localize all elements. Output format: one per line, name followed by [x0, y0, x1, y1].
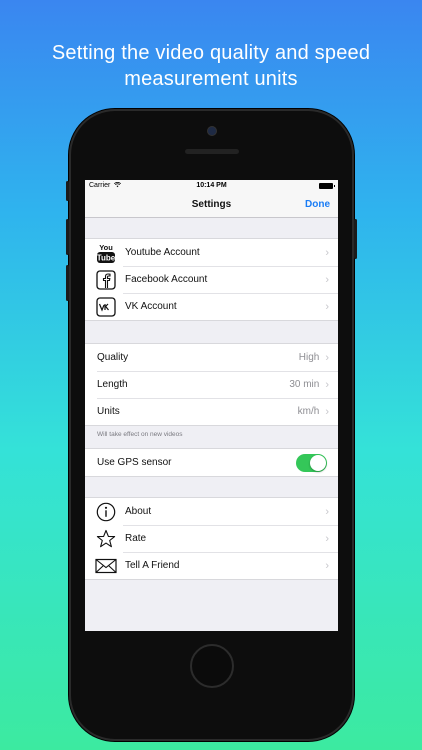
chevron-right-icon: › — [325, 273, 329, 286]
units-value: km/h — [297, 406, 320, 417]
rate-row[interactable]: Rate › — [85, 525, 338, 552]
chevron-right-icon: › — [325, 246, 329, 259]
svg-text:Tube: Tube — [97, 253, 116, 262]
youtube-account-row[interactable]: You Tube Youtube Account › — [85, 239, 338, 266]
phone-screen: Carrier 10:14 PM Settings Done You Tube … — [85, 180, 338, 631]
video-settings-group: Quality High › Length 30 min › Units km/… — [85, 343, 338, 426]
video-settings-footnote: Will take effect on new videos — [97, 431, 183, 438]
length-row[interactable]: Length 30 min › — [85, 371, 338, 398]
length-label: Length — [97, 379, 128, 390]
done-button[interactable]: Done — [305, 199, 330, 210]
chevron-right-icon: › — [325, 505, 329, 518]
quality-value: High — [298, 352, 320, 363]
vk-account-label: VK Account — [125, 301, 177, 312]
gps-label: Use GPS sensor — [97, 457, 172, 468]
navigation-bar: Settings Done — [85, 192, 338, 218]
tell-a-friend-label: Tell A Friend — [125, 560, 180, 571]
chevron-right-icon: › — [325, 300, 329, 313]
vk-icon — [95, 296, 117, 318]
about-label: About — [125, 506, 152, 517]
rate-label: Rate — [125, 533, 147, 544]
caption: Setting the video quality and speed meas… — [0, 40, 422, 92]
volume-down-button — [66, 265, 69, 301]
youtube-icon: You Tube — [95, 242, 117, 264]
youtube-account-label: Youtube Account — [125, 247, 200, 258]
clock: 10:14 PM — [196, 182, 227, 189]
home-button[interactable] — [190, 644, 234, 688]
caption-line-1: Setting the video quality and speed — [51, 42, 371, 64]
mail-icon — [95, 555, 117, 577]
vk-account-row[interactable]: VK Account › — [85, 293, 338, 320]
units-row[interactable]: Units km/h › — [85, 398, 338, 425]
mute-switch — [66, 181, 69, 201]
front-camera — [208, 127, 216, 135]
gps-toggle[interactable] — [296, 453, 327, 472]
about-row[interactable]: About › — [85, 498, 338, 525]
chevron-right-icon: › — [325, 559, 329, 572]
page-title: Settings — [191, 199, 232, 210]
power-button — [354, 219, 357, 259]
caption-line-2: measurement units — [124, 68, 298, 90]
chevron-right-icon: › — [325, 378, 329, 391]
facebook-account-row[interactable]: Facebook Account › — [85, 266, 338, 293]
units-label: Units — [97, 406, 120, 417]
accounts-group: You Tube Youtube Account › Facebook Acco… — [85, 238, 338, 321]
svg-text:You: You — [99, 243, 113, 252]
toggle-knob — [310, 454, 326, 471]
star-icon — [95, 528, 117, 550]
facebook-account-label: Facebook Account — [125, 274, 208, 285]
phone-frame: Carrier 10:14 PM Settings Done You Tube … — [66, 109, 357, 741]
status-bar: Carrier 10:14 PM — [85, 180, 338, 192]
quality-label: Quality — [97, 352, 129, 363]
battery-icon — [319, 183, 335, 189]
info-group: About › Rate › Tell A Friend › — [85, 497, 338, 580]
gps-row: Use GPS sensor — [85, 449, 338, 476]
facebook-icon — [95, 269, 117, 291]
volume-up-button — [66, 219, 69, 255]
quality-row[interactable]: Quality High › — [85, 344, 338, 371]
length-value: 30 min — [289, 379, 320, 390]
gps-group: Use GPS sensor — [85, 448, 338, 477]
chevron-right-icon: › — [325, 351, 329, 364]
earpiece-speaker — [185, 149, 239, 154]
tell-a-friend-row[interactable]: Tell A Friend › — [85, 552, 338, 579]
info-icon — [95, 501, 117, 523]
chevron-right-icon: › — [325, 405, 329, 418]
chevron-right-icon: › — [325, 532, 329, 545]
